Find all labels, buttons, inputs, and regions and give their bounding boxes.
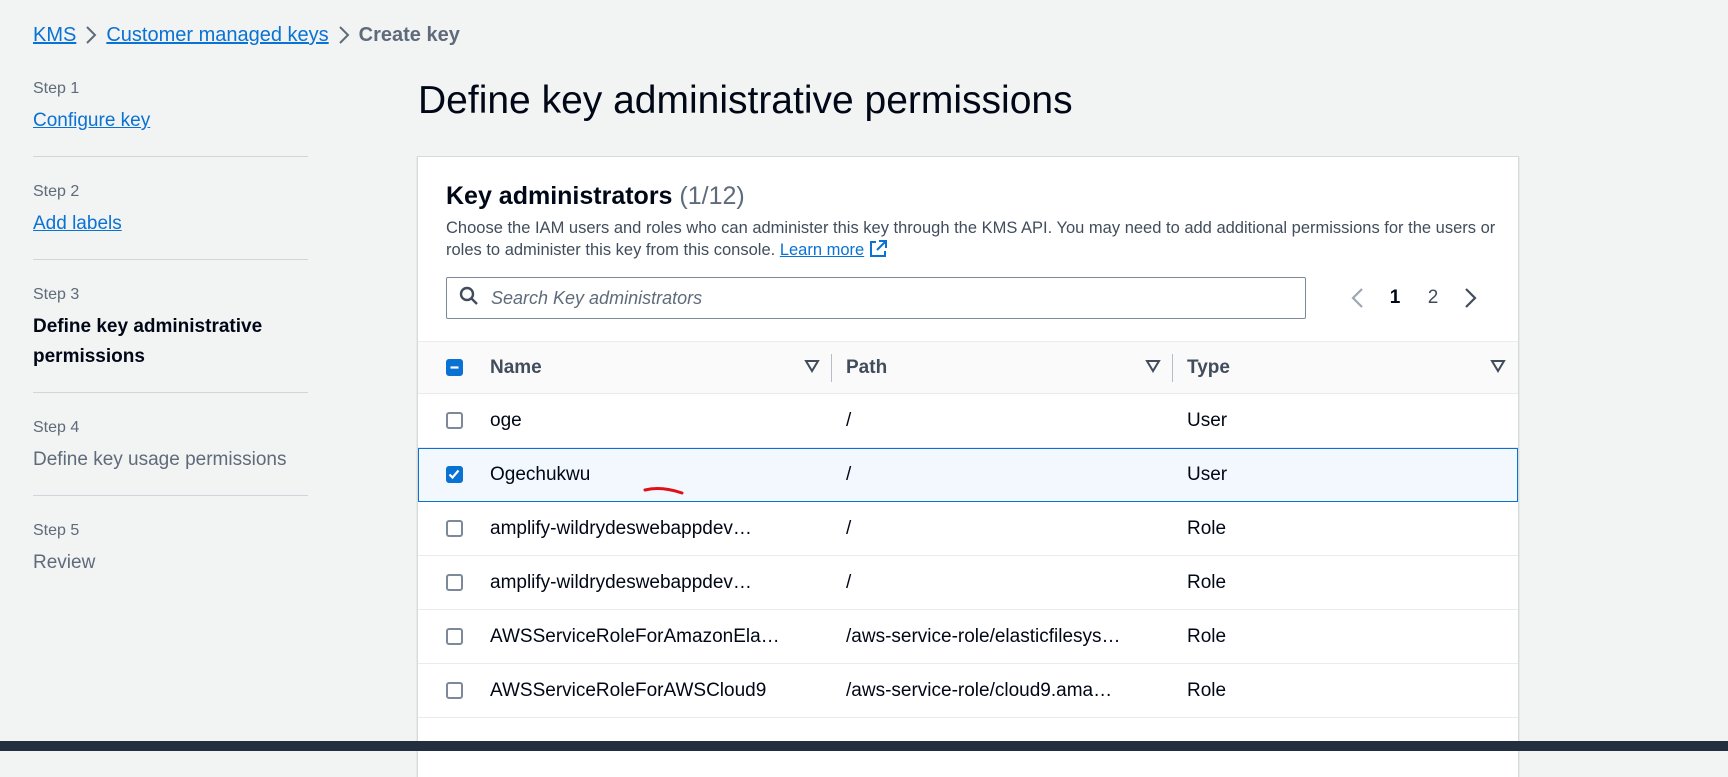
sort-icon[interactable]	[804, 357, 820, 379]
chevron-right-icon	[329, 26, 359, 44]
column-label: Type	[1187, 356, 1230, 378]
select-all-cell	[418, 342, 490, 394]
cell-name: oge	[490, 409, 522, 431]
panel-header: Key administrators (1/12) Choose the IAM…	[418, 157, 1518, 319]
step-title-current: Define key administrative permissions	[33, 316, 263, 367]
row-select-cell	[418, 610, 490, 664]
learn-more-label: Learn more	[779, 241, 865, 259]
step-number: Step 5	[33, 522, 80, 539]
row-checkbox[interactable]	[445, 520, 463, 537]
page-button-1[interactable]: 1	[1376, 287, 1414, 309]
row-select-cell	[418, 448, 490, 502]
panel-description: Choose the IAM users and roles who can a…	[446, 217, 1506, 265]
step-number: Step 4	[33, 419, 80, 436]
row-checkbox[interactable]	[445, 466, 463, 483]
breadcrumb-link-kms[interactable]: KMS	[33, 22, 76, 48]
column-header-path[interactable]: Path	[832, 342, 1173, 394]
cell-type: User	[1187, 463, 1228, 485]
wizard-step-1: Step 1 Configure key	[33, 74, 308, 157]
row-select-cell	[418, 556, 490, 610]
step-title-disabled: Review	[33, 552, 96, 573]
cell-type: Role	[1187, 517, 1227, 539]
cell-name: AWSServiceRoleForAWSCloud9	[490, 679, 767, 701]
previous-page-icon[interactable]	[1338, 287, 1376, 309]
table-header-row: Name Path Type	[418, 341, 1518, 394]
table-row[interactable]: amplify-wildrydeswebappdev… / Role	[418, 556, 1518, 610]
table-row[interactable]: AWSServiceRoleForAmazonEla… /aws-service-…	[418, 610, 1518, 664]
table-row[interactable]: oge / User	[418, 394, 1518, 448]
description-text: Choose the IAM users and roles who can a…	[446, 219, 1496, 259]
table-row[interactable]: amplify-wildrydeswebappdev… / Role	[418, 502, 1518, 556]
search-box	[446, 277, 1306, 319]
column-header-type[interactable]: Type	[1173, 342, 1518, 394]
cell-path: /	[846, 463, 852, 485]
sort-icon[interactable]	[1145, 357, 1161, 379]
table-toolbar: 1 2	[446, 277, 1490, 319]
step-link-add-labels[interactable]: Add labels	[33, 213, 122, 234]
cell-path: /aws-service-role/elasticfilesys…	[846, 625, 1121, 647]
column-header-name[interactable]: Name	[490, 342, 832, 394]
cell-name: amplify-wildrydeswebappdev…	[490, 571, 752, 593]
breadcrumb: KMS Customer managed keys Create key	[33, 22, 460, 48]
cell-type: Role	[1187, 625, 1227, 647]
row-select-cell	[418, 502, 490, 556]
cell-type: Role	[1187, 571, 1227, 593]
search-icon	[459, 286, 479, 311]
wizard-step-5: Step 5 Review	[33, 516, 308, 598]
page-button-2[interactable]: 2	[1414, 287, 1452, 309]
step-link-configure-key[interactable]: Configure key	[33, 110, 150, 131]
row-checkbox[interactable]	[445, 412, 463, 429]
cell-path: /	[846, 409, 852, 431]
column-label: Path	[846, 356, 888, 378]
cell-path: /aws-service-role/cloud9.ama…	[846, 679, 1113, 701]
annotation-stroke	[643, 487, 684, 495]
selection-count: (1/12)	[679, 182, 745, 210]
sort-icon[interactable]	[1490, 357, 1506, 379]
pagination: 1 2	[1338, 287, 1490, 309]
cell-path: /	[846, 571, 852, 593]
row-select-cell	[418, 664, 490, 718]
row-checkbox[interactable]	[445, 628, 463, 645]
table-row[interactable]: AWSServiceRoleForAWSCloud9/aws-service-r…	[418, 664, 1518, 718]
chevron-right-icon	[76, 26, 106, 44]
cell-type: User	[1187, 409, 1228, 431]
step-number: Step 1	[33, 80, 80, 97]
page-title: Define key administrative permissions	[418, 79, 1073, 122]
wizard-step-2: Step 2 Add labels	[33, 177, 308, 260]
breadcrumb-link-customer-managed-keys[interactable]: Customer managed keys	[106, 22, 328, 48]
footer-bar	[0, 741, 1728, 751]
step-number: Step 3	[33, 286, 80, 303]
key-administrators-panel: Key administrators (1/12) Choose the IAM…	[417, 156, 1519, 777]
row-checkbox[interactable]	[445, 574, 463, 591]
wizard-step-4: Step 4 Define key usage permissions	[33, 413, 308, 496]
search-input[interactable]	[489, 286, 1293, 310]
row-checkbox[interactable]	[445, 682, 463, 699]
learn-more-link[interactable]: Learn more	[779, 240, 888, 259]
table-row[interactable]: Ogechukwu / User	[418, 447, 1518, 502]
row-select-cell	[418, 394, 490, 448]
cell-name: AWSServiceRoleForAmazonEla…	[490, 625, 780, 647]
cell-name: amplify-wildrydeswebappdev…	[490, 517, 752, 539]
wizard-steps-nav: Step 1 Configure key Step 2 Add labels S…	[33, 74, 308, 618]
cell-path: /	[846, 517, 852, 539]
panel-heading: Key administrators (1/12)	[446, 179, 1490, 213]
breadcrumb-current: Create key	[358, 24, 460, 46]
select-all-checkbox[interactable]	[445, 359, 463, 376]
step-title-disabled: Define key usage permissions	[33, 449, 287, 470]
next-page-icon[interactable]	[1452, 287, 1490, 309]
column-label: Name	[490, 356, 542, 378]
wizard-step-3: Step 3 Define key administrative permiss…	[33, 280, 308, 393]
cell-type: Role	[1187, 679, 1227, 701]
step-number: Step 2	[33, 183, 80, 200]
panel-heading-text: Key administrators	[446, 182, 673, 210]
external-link-icon	[868, 239, 888, 265]
key-administrators-table: Name Path Type oge / User Ogechukwu / User amp…	[418, 341, 1518, 718]
